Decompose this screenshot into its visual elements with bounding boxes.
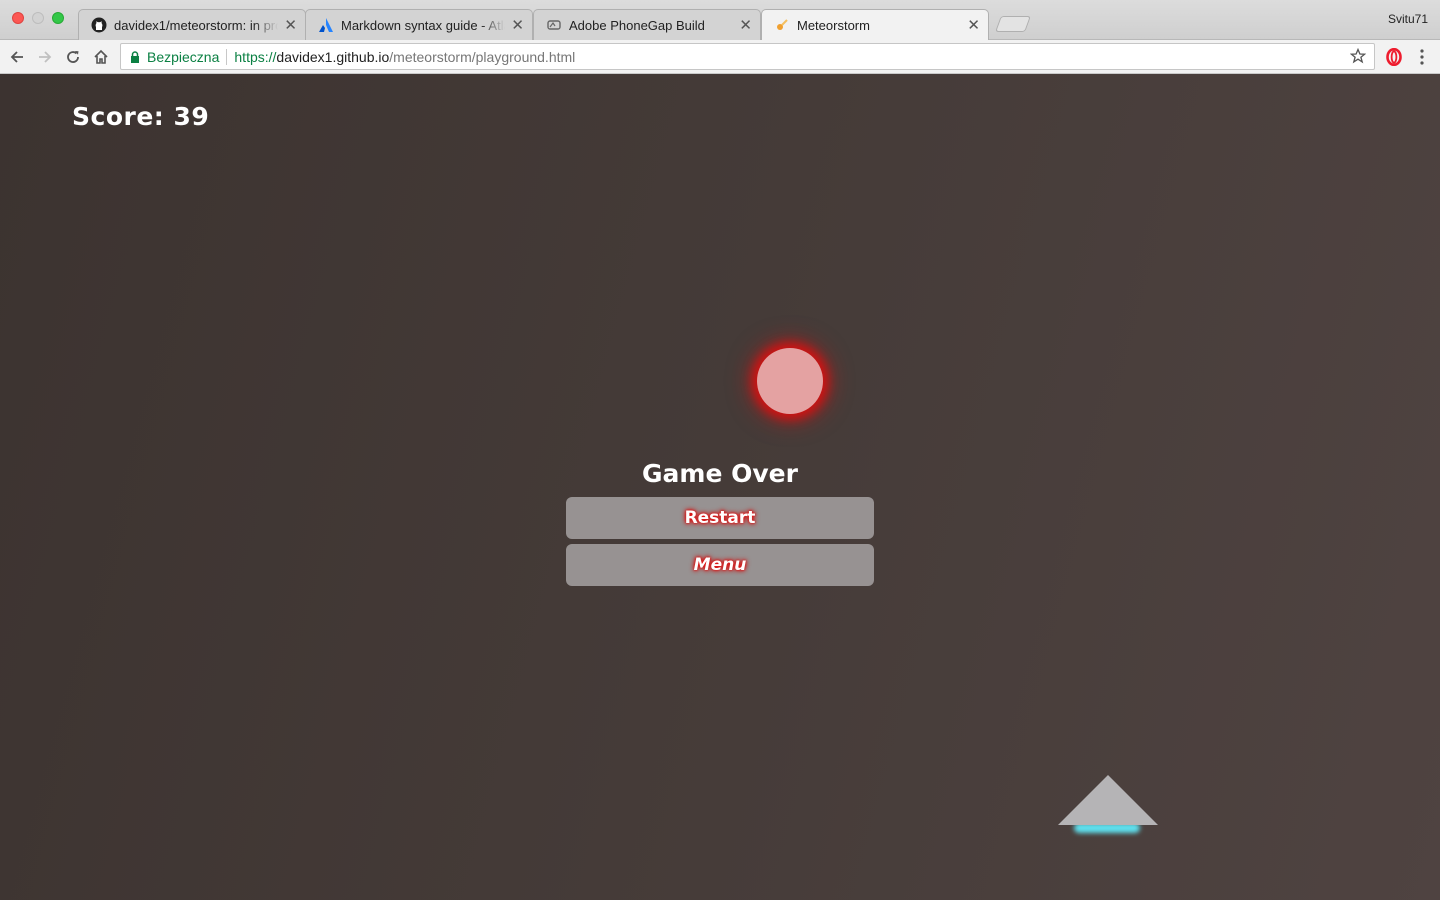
game-over-title: Game Over [642, 459, 798, 488]
phonegap-icon [546, 17, 562, 33]
window-maximize-button[interactable] [52, 12, 64, 24]
meteor-icon [774, 17, 790, 33]
tab-phonegap[interactable]: Adobe PhoneGap Build ✕ [533, 9, 761, 40]
tab-atlassian[interactable]: Markdown syntax guide - Atlassian ✕ [305, 9, 533, 40]
reload-icon [67, 51, 79, 63]
address-bar[interactable]: Bezpieczna https://davidex1.github.io/me… [120, 43, 1375, 70]
meteor [757, 348, 823, 414]
tab-close-icon[interactable]: ✕ [967, 18, 980, 33]
tab-title: davidex1/meteorstorm: in progress [114, 17, 278, 33]
tab-title: Meteorstorm [797, 17, 870, 33]
forward-button[interactable] [34, 46, 56, 68]
separator [226, 48, 228, 65]
browser-toolbar: Bezpieczna https://davidex1.github.io/me… [0, 40, 1440, 74]
reload-button[interactable] [62, 46, 84, 68]
tab-meteorstorm[interactable]: Meteorstorm ✕ [761, 9, 989, 40]
arrow-left-icon [10, 51, 23, 63]
window-close-button[interactable] [12, 12, 24, 24]
tab-github[interactable]: davidex1/meteorstorm: in progress ✕ [78, 9, 306, 40]
atlassian-icon [318, 17, 334, 33]
tab-title: Markdown syntax guide - Atlassian [341, 17, 505, 33]
security-label: Bezpieczna [147, 48, 220, 65]
url-scheme: https:// [234, 48, 277, 65]
back-button[interactable] [6, 46, 28, 68]
player-ship [1058, 775, 1158, 833]
tab-title: Adobe PhoneGap Build [569, 17, 705, 33]
lock-icon [130, 50, 140, 63]
arrow-right-icon [39, 51, 52, 63]
browser-tab-strip: davidex1/meteorstorm: in progress ✕ Mark… [0, 0, 1440, 40]
score-display: Score: 39 [72, 102, 210, 131]
window-minimize-button[interactable] [32, 12, 44, 24]
profile-name[interactable]: Svitu71 [1388, 12, 1428, 26]
tab-close-icon[interactable]: ✕ [511, 18, 524, 33]
home-button[interactable] [90, 46, 112, 68]
url-path: /meteorstorm/playground.html [389, 48, 576, 65]
opera-icon[interactable] [1386, 47, 1402, 71]
star-icon[interactable] [1349, 47, 1367, 67]
url-host: davidex1.github.io [276, 48, 390, 65]
kebab-menu-icon[interactable] [1419, 48, 1425, 71]
menu-button[interactable]: Menu [566, 544, 874, 586]
home-icon [94, 49, 108, 64]
new-tab-button[interactable] [995, 16, 1031, 32]
game-canvas[interactable]: Score: 39 Game Over Restart Menu [0, 74, 1440, 900]
tab-close-icon[interactable]: ✕ [284, 18, 297, 33]
tab-close-icon[interactable]: ✕ [739, 18, 752, 33]
ship-body [1058, 775, 1158, 825]
restart-button[interactable]: Restart [566, 497, 874, 539]
github-icon [91, 17, 107, 33]
